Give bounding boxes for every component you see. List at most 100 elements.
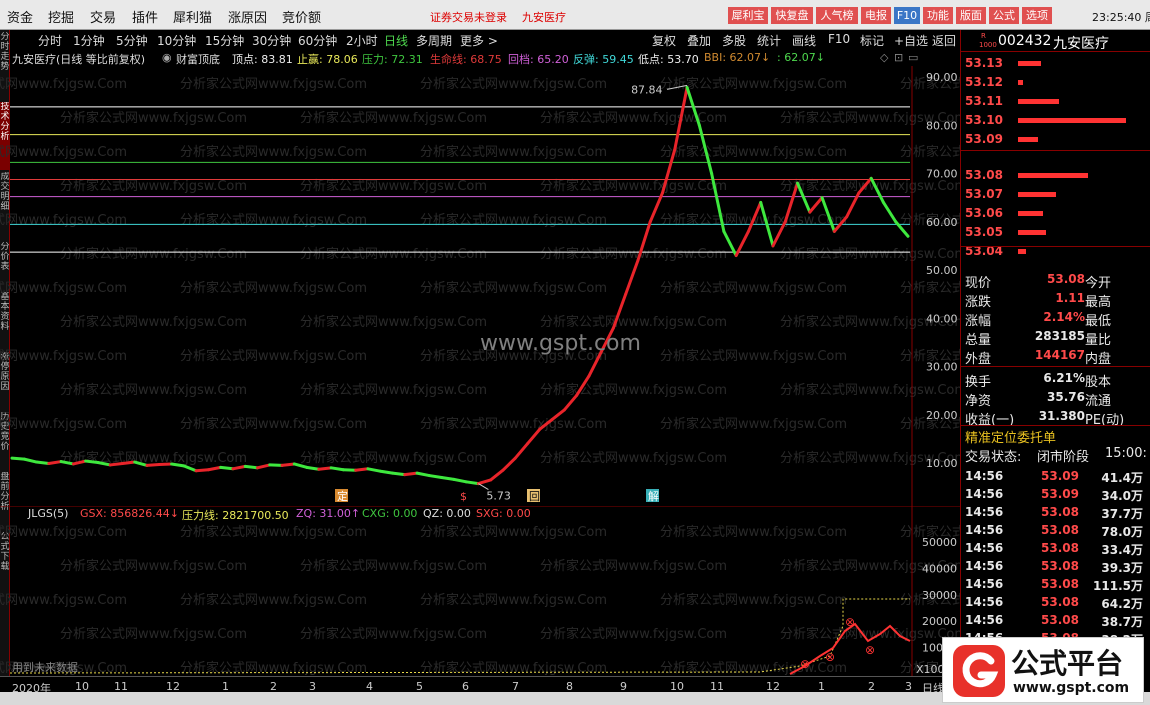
- order-book-volume-bar: [1018, 99, 1059, 104]
- order-book-volume-bar: [1018, 173, 1088, 178]
- order-book-row[interactable]: 53.11: [961, 92, 1150, 111]
- tick-time: 14:56: [965, 577, 1004, 591]
- period-2hour[interactable]: 2小时: [346, 32, 378, 49]
- mark-button[interactable]: 标记: [860, 32, 884, 49]
- tick-price: 53.08: [1041, 559, 1079, 573]
- overlay-button[interactable]: 叠加: [687, 32, 711, 49]
- watermark-repeat-text: 分析家公式网www.fxjgsw.Com: [60, 246, 247, 262]
- watermark-repeat-text: 分析家公式网www.fxjgsw.Com: [540, 178, 727, 194]
- price-segment: [390, 471, 407, 477]
- zoom-icon[interactable]: ⊡: [894, 51, 903, 64]
- watermark-repeat-text: 分析家公式网www.fxjgsw.Com: [300, 626, 487, 642]
- order-book-volume-bar: [1018, 118, 1126, 123]
- period-5min[interactable]: 5分钟: [116, 32, 148, 49]
- sxg-value: SXG: 0.00: [476, 507, 531, 520]
- telegraph-button[interactable]: 电报: [861, 7, 891, 24]
- period-1min[interactable]: 1分钟: [73, 32, 105, 49]
- menu-item-trade[interactable]: 交易: [90, 7, 116, 26]
- order-book-volume-bar: [1018, 211, 1044, 216]
- period-more[interactable]: 更多 >: [460, 32, 498, 49]
- future-data-note: 用到未来数据: [12, 660, 78, 674]
- quote-value: 144167: [1034, 348, 1085, 362]
- high-annotation: 87.84: [631, 83, 663, 96]
- watermark-repeat-text: 分析家公式网www.fxjgsw.Com: [300, 246, 487, 262]
- login-notice[interactable]: 证券交易未登录: [430, 9, 507, 25]
- order-book-row[interactable]: 53.09: [961, 130, 1150, 149]
- period-60min[interactable]: 60分钟: [298, 32, 337, 49]
- volume-indicator-chart[interactable]: 分析家公式网www.fxjgsw.Com 分析家公式网www.fxjgsw.Com…: [0, 506, 960, 676]
- watermark-repeat-text: 分析家公式网www.fxjgsw.Com: [180, 76, 367, 92]
- pin-icon[interactable]: ▭: [908, 51, 918, 64]
- watermark-repeat-text: 分析家公式网www.fxjgsw.Com: [180, 212, 367, 228]
- menu-item-auction[interactable]: 竞价额: [282, 7, 321, 26]
- menu-item-plugins[interactable]: 插件: [132, 7, 158, 26]
- tick-price: 53.09: [1041, 487, 1079, 501]
- order-title[interactable]: 精准定位委托单: [965, 427, 1056, 446]
- menu-item-funds[interactable]: 资金: [7, 7, 33, 26]
- order-book-price: 53.11: [965, 94, 1003, 108]
- level-lines: [10, 106, 910, 253]
- popularity-button[interactable]: 人气榜: [816, 7, 858, 24]
- order-book-row[interactable]: 53.07: [961, 185, 1150, 204]
- order-book-row[interactable]: 53.05: [961, 223, 1150, 242]
- period-timeshare[interactable]: 分时: [38, 32, 62, 49]
- adjust-button[interactable]: 复权: [652, 32, 676, 49]
- order-book-price: 53.06: [965, 206, 1003, 220]
- price-chart[interactable]: 分析家公式网www.fxjgsw.Com 分析家公式网www.fxjgsw.Com…: [0, 66, 960, 506]
- order-book-row[interactable]: 53.12: [961, 73, 1150, 92]
- price-axis-label: 20.00: [926, 409, 958, 422]
- order-book-volume-bar: [1018, 230, 1046, 235]
- order-book-row[interactable]: 53.04: [961, 242, 1150, 261]
- volume-axis-label: 20000: [922, 615, 957, 628]
- period-multi[interactable]: 多周期: [416, 32, 452, 49]
- formula-button[interactable]: 公式: [989, 7, 1019, 24]
- toolbar-f10-button[interactable]: F10: [828, 32, 850, 46]
- indicator-toggle-icon[interactable]: ◉: [162, 51, 172, 64]
- order-book-row[interactable]: 53.06: [961, 204, 1150, 223]
- period-daily[interactable]: 日线: [384, 32, 408, 49]
- f10-button[interactable]: F10: [894, 7, 920, 24]
- add-watchlist-button[interactable]: +自选: [894, 32, 928, 49]
- tick-price: 53.08: [1041, 505, 1079, 519]
- period-15min[interactable]: 15分钟: [205, 32, 244, 49]
- price-segment: [47, 460, 63, 465]
- level-lifeline: 生命线: 68.75: [430, 53, 502, 66]
- multi-stock-button[interactable]: 多股: [722, 32, 746, 49]
- order-book-price: 53.05: [965, 225, 1003, 239]
- settings-diamond-icon[interactable]: ◇: [880, 51, 888, 64]
- tick-price: 53.08: [1041, 541, 1079, 555]
- menu-item-xilimao[interactable]: 犀利猫: [173, 7, 212, 26]
- order-book-row[interactable]: 53.10: [961, 111, 1150, 130]
- tick-row: 14:56 53.08 64.2万: [961, 593, 1150, 611]
- menu-item-reasons[interactable]: 涨原因: [228, 7, 267, 26]
- indicator-info-bar: 九安医疗(日线 等比前复权) ◉ 财富顶底 顶点: 83.81 止赢: 78.0…: [10, 48, 920, 66]
- period-10min[interactable]: 10分钟: [157, 32, 196, 49]
- statistics-button[interactable]: 统计: [757, 32, 781, 49]
- period-bar: 分时 1分钟 5分钟 10分钟 15分钟 30分钟 60分钟 2小时 日线 多周…: [10, 30, 960, 48]
- watermark-repeat-text: 分析家公式网www.fxjgsw.Com: [300, 382, 487, 398]
- back-button[interactable]: 返回: [932, 32, 956, 49]
- menu-item-dig[interactable]: 挖掘: [48, 7, 74, 26]
- price-axis-label: 50.00: [926, 264, 958, 277]
- price-segment: [808, 196, 824, 214]
- quick-review-button[interactable]: 快复盘: [771, 7, 813, 24]
- function-button[interactable]: 功能: [923, 7, 953, 24]
- order-book-price: 53.10: [965, 113, 1003, 127]
- price-segment: [84, 459, 100, 465]
- price-segment: [35, 460, 51, 465]
- layout-button[interactable]: 版面: [956, 7, 986, 24]
- watermark-repeat-text: 分析家公式网www.fxjgsw.Com: [420, 592, 607, 608]
- draw-line-button[interactable]: 画线: [792, 32, 816, 49]
- indicator-name[interactable]: 财富顶底: [176, 51, 220, 67]
- order-book-volume-bar: [1018, 61, 1041, 66]
- period-30min[interactable]: 30分钟: [252, 32, 291, 49]
- xilibao-button[interactable]: 犀利宝: [728, 7, 768, 24]
- tick-volume: 38.7万: [1101, 615, 1143, 629]
- cxg-value: CXG: 0.00: [362, 507, 418, 520]
- options-button[interactable]: 选项: [1022, 7, 1052, 24]
- logo-g-icon: [953, 645, 1005, 697]
- volume-indicator-name[interactable]: JLGS(5): [28, 507, 68, 520]
- pressure-line-value: 压力线: 2821700.50: [182, 509, 289, 522]
- order-book-row[interactable]: 53.13: [961, 54, 1150, 73]
- order-book-row[interactable]: 53.08: [961, 166, 1150, 185]
